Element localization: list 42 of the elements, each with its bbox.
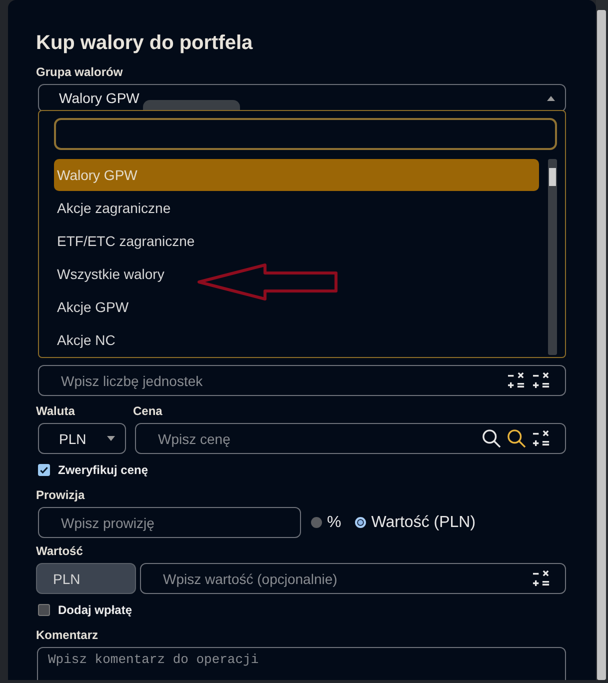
caret-icon [107, 436, 115, 441]
price-field[interactable]: Wpisz cenę [135, 423, 566, 454]
value-field[interactable]: Wpisz wartość (opcjonalnie) [140, 563, 566, 594]
scrollbar-thumb[interactable] [597, 10, 606, 680]
comment-field[interactable]: Wpisz komentarz do operacji [37, 647, 566, 680]
radio-button[interactable] [311, 517, 322, 528]
text-input[interactable]: Wpisz cenę [156, 430, 482, 448]
search-field[interactable] [54, 118, 557, 150]
radio-button[interactable] [355, 517, 366, 528]
calculator-icon[interactable] [507, 372, 526, 389]
calculator-icon[interactable] [532, 372, 551, 389]
checkbox[interactable] [38, 464, 50, 476]
field-label: Waluta [36, 404, 76, 418]
text-input[interactable]: Wpisz liczbę jednostek [59, 372, 507, 390]
search-icon[interactable] [482, 429, 501, 448]
dropdown-option[interactable]: Wszystkie walory [54, 258, 539, 291]
field-label: Komentarz [36, 628, 100, 642]
search-icon[interactable] [507, 429, 526, 448]
checkbox[interactable] [38, 604, 50, 616]
units-field[interactable]: Wpisz liczbę jednostek [38, 365, 566, 396]
currency-addon: PLN [36, 563, 136, 594]
field-label: Prowizja [36, 488, 86, 502]
dialog-title: Kup walory do portfela [36, 31, 254, 56]
scrollbar[interactable] [548, 159, 557, 355]
dropdown-option[interactable]: Akcje zagraniczne [54, 192, 539, 225]
field-label: Cena [133, 404, 164, 418]
checkbox-label: Dodaj wpłatę [58, 603, 132, 617]
currency-select[interactable]: PLN [38, 423, 126, 454]
dropdown-option[interactable]: ETF/ETC zagraniczne [54, 225, 539, 258]
radio-label: % [327, 514, 342, 532]
dropdown-option[interactable]: Akcje GPW [54, 291, 539, 324]
dropdown-option[interactable]: Walory GPW [54, 159, 539, 191]
commission-field[interactable]: Wpisz prowizję [38, 507, 301, 538]
field-label: Wartość [36, 544, 84, 558]
calculator-icon[interactable] [532, 570, 551, 587]
text-input[interactable]: Wpisz prowizję [59, 514, 286, 532]
text-input[interactable]: Wpisz wartość (opcjonalnie) [161, 570, 532, 588]
dropdown-option[interactable]: Akcje NC [54, 324, 539, 357]
field-label: Grupa walorów [36, 65, 124, 79]
radio-label: Wartość (PLN) [371, 514, 476, 532]
checkbox-label: Zweryfikuj cenę [58, 463, 148, 477]
calculator-icon[interactable] [532, 430, 551, 447]
